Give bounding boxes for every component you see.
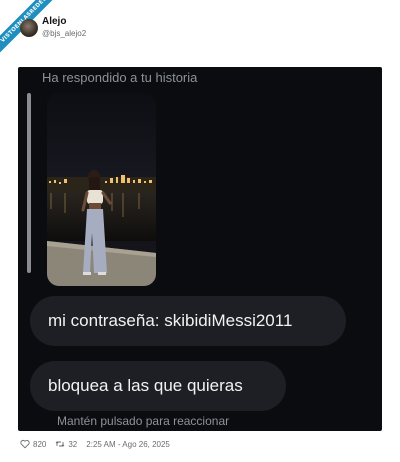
story-photo: [47, 93, 156, 286]
tweet-timestamp[interactable]: 2:25 AM - Ago 26, 2025: [86, 440, 170, 449]
retweet-icon[interactable]: [55, 439, 65, 449]
reply-indicator-bar: [27, 93, 31, 273]
like-count: 820: [33, 439, 47, 449]
story-thumbnail[interactable]: [47, 93, 156, 286]
replied-to-story-label: Ha respondido a tu historia: [42, 70, 198, 85]
message-bubble[interactable]: mi contraseña: skibidiMessi2011: [30, 296, 346, 346]
tweet-card: VISTOENLASREDES Alejo @bjs_alejo2 Ha res…: [0, 0, 400, 462]
tweet-footer: 820 32 2:25 AM - Ago 26, 2025: [20, 437, 170, 451]
user-name[interactable]: Alejo: [42, 16, 66, 27]
react-hint: Mantén pulsado para reaccionar: [57, 414, 230, 428]
user-handle[interactable]: @bjs_alejo2: [42, 29, 86, 38]
heart-icon[interactable]: [20, 439, 30, 449]
avatar[interactable]: [20, 19, 38, 37]
retweet-count: 32: [68, 439, 78, 449]
chat-screenshot: Ha respondido a tu historia mi contraseñ…: [18, 67, 382, 431]
message-bubble[interactable]: bloquea a las que quieras: [30, 361, 286, 411]
